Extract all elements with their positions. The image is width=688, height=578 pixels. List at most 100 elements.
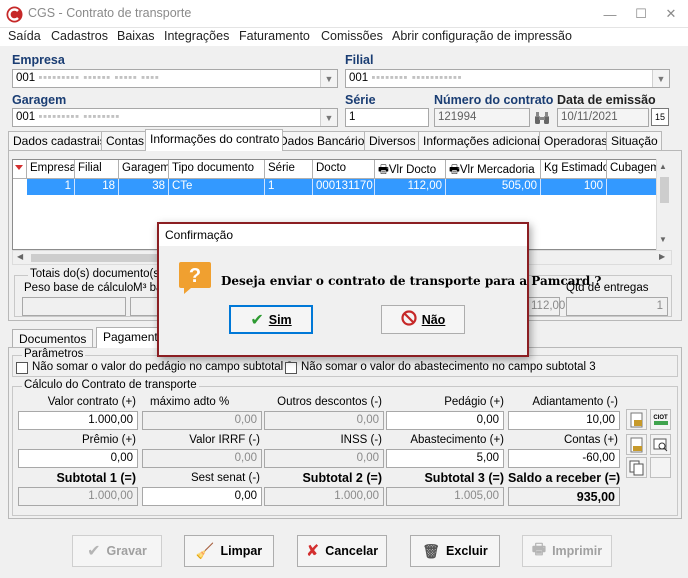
- chevron-down-icon[interactable]: ▼: [652, 70, 669, 87]
- nao-somar-pedagio-checkbox[interactable]: [16, 362, 28, 374]
- menu-faturamento[interactable]: Faturamento: [239, 29, 310, 43]
- empresa-combo[interactable]: 001 ▪▪▪▪▪▪▪▪▪ ▪▪▪▪▪▪ ▪▪▪▪▪ ▪▪▪▪ ▼: [12, 69, 338, 88]
- ciot-bar: [653, 420, 668, 425]
- close-window-button[interactable]: ✕: [657, 2, 685, 26]
- m3-base-field[interactable]: [130, 297, 160, 316]
- nao-somar-abastecimento-checkbox[interactable]: [285, 362, 297, 374]
- blank-side-button[interactable]: [650, 457, 671, 478]
- checkmark-icon: ✔: [250, 311, 264, 329]
- grid-cell[interactable]: 18: [75, 179, 119, 195]
- column-header[interactable]: Empresa: [27, 160, 75, 179]
- qtd-entregas-field[interactable]: 1: [566, 297, 668, 316]
- minimize-button[interactable]: —: [596, 2, 624, 26]
- binoculars-icon[interactable]: [532, 108, 551, 127]
- column-header[interactable]: 🖶Vlr Docto: [375, 160, 446, 179]
- cancelar-button[interactable]: ✘ Cancelar: [297, 535, 387, 567]
- grid-cell[interactable]: 38: [119, 179, 169, 195]
- scroll-down-icon[interactable]: ▼: [659, 235, 667, 244]
- limpar-button[interactable]: 🧹 Limpar: [184, 535, 274, 567]
- scroll-left-icon[interactable]: ◀: [17, 252, 23, 261]
- menu-bar: Saída Cadastros Baixas Integrações Fatur…: [0, 28, 688, 46]
- tab-informacoes-contrato[interactable]: Informações do contrato: [145, 129, 284, 151]
- vlr-total-field[interactable]: 112,00: [526, 297, 565, 316]
- menu-abrir-configuracao[interactable]: Abrir configuração de impressão: [392, 29, 572, 43]
- scroll-right-icon[interactable]: ▶: [659, 252, 665, 261]
- subtotal3-field[interactable]: 1.005,00: [386, 487, 504, 506]
- chevron-down-icon[interactable]: ▼: [320, 109, 337, 126]
- column-header[interactable]: Docto: [313, 160, 375, 179]
- tab-informacoes-adicionais[interactable]: Informações adicionais: [418, 131, 550, 150]
- menu-cadastros[interactable]: Cadastros: [51, 29, 108, 43]
- document-stamp-icon[interactable]: [626, 409, 647, 430]
- premio-field[interactable]: 0,00: [18, 449, 138, 468]
- grid-cell[interactable]: CTe: [169, 179, 265, 195]
- subtotal1-field[interactable]: 1.000,00: [18, 487, 138, 506]
- menu-integracoes[interactable]: Integrações: [164, 29, 229, 43]
- search-document-icon[interactable]: [650, 434, 671, 455]
- column-header[interactable]: Filial: [75, 160, 119, 179]
- filial-combo[interactable]: 001 ▪▪▪▪▪▪▪▪ ▪▪▪▪▪▪▪▪▪▪▪ ▼: [345, 69, 670, 88]
- saldo-receber-field[interactable]: 935,00: [508, 487, 620, 506]
- tab-diversos[interactable]: Diversos: [364, 131, 420, 150]
- ciot-icon[interactable]: CIOT: [650, 409, 671, 430]
- garagem-label: Garagem: [12, 93, 67, 107]
- tab-documentos[interactable]: Documentos: [12, 329, 94, 348]
- garagem-combo[interactable]: 001 ▪▪▪▪▪▪▪▪▪ ▪▪▪▪▪▪▪▪ ▼: [12, 108, 338, 127]
- sest-senat-field[interactable]: 0,00: [142, 487, 262, 506]
- column-header[interactable]: Garagem: [119, 160, 169, 179]
- grid-cell[interactable]: 1: [265, 179, 313, 195]
- red-x-icon: ✘: [305, 543, 320, 560]
- inss-field[interactable]: 0,00: [264, 449, 384, 468]
- copy-documents-icon[interactable]: [626, 457, 647, 478]
- column-header[interactable]: Tipo documento: [169, 160, 265, 179]
- contas-field[interactable]: -60,00: [508, 449, 620, 468]
- valor-irrf-field[interactable]: 0,00: [142, 449, 262, 468]
- data-emissao-field[interactable]: 10/11/2021: [557, 108, 649, 127]
- grid-cell[interactable]: 505,00: [446, 179, 541, 195]
- column-header[interactable]: Kg Estimado: [541, 160, 607, 179]
- subtotal2-field[interactable]: 1.000,00: [264, 487, 384, 506]
- grid-cell[interactable]: 100: [541, 179, 607, 195]
- tab-operadoras[interactable]: Operadoras: [539, 131, 612, 150]
- abastecimento-field[interactable]: 5,00: [386, 449, 504, 468]
- tab-dados-bancarios[interactable]: Dados Bancários: [274, 131, 375, 150]
- tab-dados-cadastrais[interactable]: Dados cadastrais: [8, 131, 110, 150]
- numero-contrato-field[interactable]: 121994: [434, 108, 530, 127]
- menu-baixas[interactable]: Baixas: [117, 29, 155, 43]
- valor-contrato-field[interactable]: 1.000,00: [18, 411, 138, 430]
- outros-descontos-field[interactable]: 0,00: [264, 411, 384, 430]
- grid-vertical-scrollbar[interactable]: ▲ ▼: [656, 159, 672, 250]
- excluir-button[interactable]: 🗑 Excluir: [410, 535, 500, 567]
- tab-contas[interactable]: Contas: [101, 131, 149, 150]
- menu-saida[interactable]: Saída: [8, 29, 41, 43]
- column-header[interactable]: Série: [265, 160, 313, 179]
- adiantamento-field[interactable]: 10,00: [508, 411, 620, 430]
- calculo-title: Cálculo do Contrato de transporte: [22, 379, 199, 391]
- sest-senat-label: Sest senat (-): [190, 472, 260, 484]
- serie-field[interactable]: 1: [345, 108, 429, 127]
- peso-base-field[interactable]: [22, 297, 126, 316]
- grid-cell[interactable]: 112,00: [375, 179, 446, 195]
- gravar-button[interactable]: ✔ Gravar: [72, 535, 162, 567]
- empresa-label: Empresa: [12, 53, 65, 67]
- pedagio-field[interactable]: 0,00: [386, 411, 504, 430]
- sim-button[interactable]: ✔ Sim: [229, 305, 313, 334]
- filial-redacted: ▪▪▪▪▪▪▪▪ ▪▪▪▪▪▪▪▪▪▪▪: [371, 72, 463, 84]
- garagem-value: 001: [16, 111, 36, 123]
- chevron-down-icon[interactable]: ▼: [320, 70, 337, 87]
- menu-comissoes[interactable]: Comissões: [321, 29, 383, 43]
- scroll-up-icon[interactable]: ▲: [659, 162, 667, 171]
- document-edit-icon[interactable]: [626, 434, 647, 455]
- maximize-button[interactable]: ☐: [627, 2, 655, 26]
- nao-button[interactable]: Não: [381, 305, 465, 334]
- tab-situacao[interactable]: Situação: [606, 131, 662, 150]
- cancelar-label: Cancelar: [325, 544, 379, 558]
- calendar-icon[interactable]: 15: [651, 108, 669, 126]
- valor-irrf-label: Valor IRRF (-): [189, 434, 260, 446]
- imprimir-button[interactable]: 🖶 Imprimir: [522, 535, 612, 567]
- maximo-adto-field[interactable]: 0,00: [142, 411, 262, 430]
- scrollbar-thumb[interactable]: [660, 177, 669, 203]
- grid-cell[interactable]: 000131170: [313, 179, 375, 195]
- grid-cell[interactable]: 1: [27, 179, 75, 195]
- column-header[interactable]: 🖶Vlr Mercadoria: [446, 160, 541, 179]
